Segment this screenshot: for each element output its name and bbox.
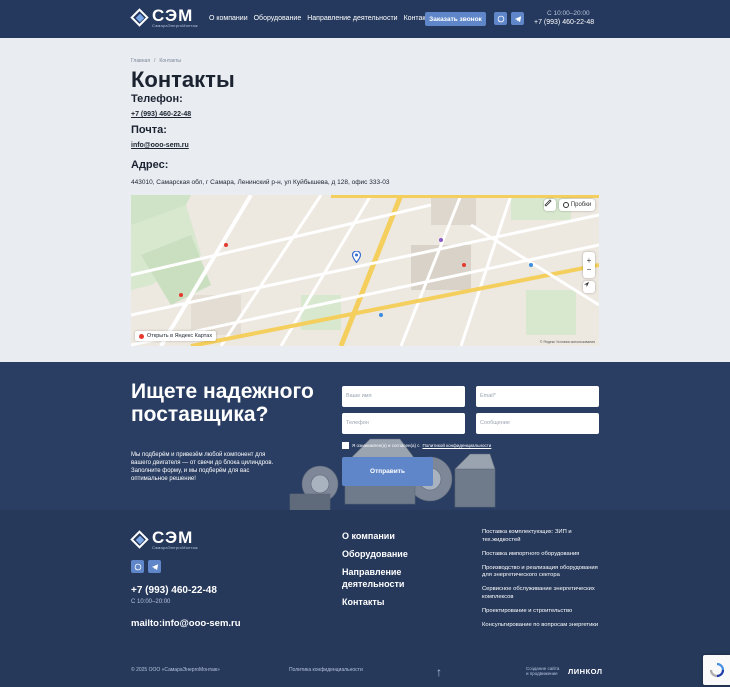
footer-services: Поставка комплектующих: ЗИП и тех.жидкос… <box>482 529 600 636</box>
yandex-pin-icon <box>139 333 144 339</box>
logo-name: СЭМ <box>152 6 194 25</box>
site-footer: СЭМ СамараЭнергоМонтаж +7 (993) 460-22-4… <box>0 510 730 687</box>
site-header: СЭМ СамараЭнергоМонтаж О компании Оборуд… <box>0 0 730 38</box>
footer-mail[interactable]: mailto:info@ooo-sem.ru <box>131 618 241 629</box>
nav-item-equipment[interactable]: Оборудование <box>254 15 302 22</box>
ruler-icon[interactable] <box>544 199 556 211</box>
mail-label: Почта: <box>131 124 167 136</box>
phone-label: Телефон: <box>131 93 183 105</box>
consent-row: Я ознакомлен(а) и согласен(а) с Политико… <box>342 442 491 449</box>
order-call-button[interactable]: Заказать звонок <box>425 12 486 26</box>
traffic-icon <box>562 202 569 208</box>
footer-logo[interactable]: СЭМ СамараЭнергоМонтаж <box>130 528 198 550</box>
privacy-policy-link[interactable]: Политикой конфиденциальности <box>422 443 491 448</box>
footer-service-item[interactable]: Консультирование по вопросам энергетики <box>482 622 600 630</box>
footer-nav-activity[interactable]: Направление деятельности <box>342 566 442 590</box>
mail-link[interactable]: info@ooo-sem.ru <box>131 142 189 149</box>
footer-logo-name: СЭМ <box>152 528 194 547</box>
consent-text: Я ознакомлен(а) и согласен(а) с <box>352 443 420 448</box>
scroll-up-icon[interactable]: ↑ <box>436 665 442 679</box>
breadcrumb-separator: / <box>154 58 156 64</box>
header-phone[interactable]: +7 (993) 460-22-48 <box>534 19 594 26</box>
map-canvas <box>131 195 599 346</box>
footer-service-item[interactable]: Сервисное обслуживание энергетических ко… <box>482 586 600 601</box>
zoom-control: + − <box>583 252 595 278</box>
footer-service-item[interactable]: Проектирование и строительство <box>482 608 600 616</box>
footer-service-item[interactable]: Поставка импортного оборудования <box>482 551 600 559</box>
address-text: 443010, Самарская обл, г Самара, Ленинск… <box>131 179 390 186</box>
logo[interactable]: СЭМ СамараЭнергоМонтаж <box>130 6 198 28</box>
request-description: Мы подберём и привезём любой компонент д… <box>131 452 274 482</box>
open-in-yandex-maps-label: Открыть в Яндекс Картах <box>147 333 213 339</box>
request-section: Ищете надежного поставщика? Мы подберём … <box>0 362 730 510</box>
footer-nav: О компании Оборудование Направление деят… <box>342 530 442 614</box>
traffic-label: Пробки <box>570 202 592 208</box>
made-by-text: Создание сайта и продвижение <box>526 666 559 676</box>
whatsapp-icon[interactable] <box>494 12 507 25</box>
address-label: Адрес: <box>131 159 169 171</box>
name-input[interactable]: Ваше имя <box>342 386 465 407</box>
footer-nav-about[interactable]: О компании <box>342 530 442 542</box>
open-in-yandex-maps-link[interactable]: Открыть в Яндекс Картах <box>135 331 217 341</box>
logo-mark-icon <box>130 8 149 27</box>
nav-item-activity[interactable]: Направление деятельности <box>307 15 397 22</box>
made-by-line-2: и продвижение <box>526 671 558 676</box>
breadcrumb-current: Контакты <box>159 58 182 64</box>
message-input[interactable]: Сообщение <box>476 413 599 434</box>
recaptcha-icon <box>709 662 724 678</box>
footer-logo-subtitle: СамараЭнергоМонтаж <box>152 545 198 550</box>
footer-service-item[interactable]: Поставка комплектующих: ЗИП и тех.жидкос… <box>482 529 600 544</box>
footer-service-item[interactable]: Производство и реализация оборудования д… <box>482 565 600 580</box>
studio-logo[interactable]: ЛИНКОЛ <box>568 667 603 676</box>
geolocation-icon[interactable] <box>583 281 595 293</box>
recaptcha-badge[interactable] <box>703 655 730 685</box>
footer-privacy-link[interactable]: Политика конфиденциальности <box>289 667 363 673</box>
footer-whatsapp-icon[interactable] <box>131 560 144 573</box>
phone-input[interactable]: Телефон <box>342 413 465 434</box>
submit-button[interactable]: Отправить <box>342 457 433 486</box>
zoom-in-icon[interactable]: + <box>587 256 592 265</box>
consent-checkbox[interactable] <box>342 442 349 449</box>
nav-item-about[interactable]: О компании <box>209 15 248 22</box>
map-copyright[interactable]: © Яндекс Условия использования <box>540 340 595 344</box>
request-title: Ищете надежного поставщика? <box>131 380 314 426</box>
footer-logo-mark-icon <box>130 530 149 549</box>
phone-link[interactable]: +7 (993) 460-22-48 <box>131 111 191 118</box>
page-title: Контакты <box>131 67 235 92</box>
email-input[interactable]: Email* <box>476 386 599 407</box>
main-nav: О компании Оборудование Направление деят… <box>209 15 434 22</box>
footer-copyright: © 2025 ООО «СамараЭнергоМонтаж» <box>131 667 220 673</box>
yandex-map[interactable]: Пробки + − Открыть в Яндекс Картах © Янд… <box>131 195 599 346</box>
footer-nav-contacts[interactable]: Контакты <box>342 596 442 608</box>
footer-hours: С 10:00–20:00 <box>131 599 171 605</box>
breadcrumb-home[interactable]: Главная <box>131 58 150 64</box>
header-hours: С 10:00–20:00 <box>547 10 590 17</box>
traffic-button[interactable]: Пробки <box>559 199 595 211</box>
breadcrumb: Главная / Контакты <box>131 58 181 64</box>
footer-nav-equipment[interactable]: Оборудование <box>342 548 442 560</box>
zoom-out-icon[interactable]: − <box>587 265 592 274</box>
footer-telegram-icon[interactable] <box>148 560 161 573</box>
telegram-icon[interactable] <box>511 12 524 25</box>
logo-subtitle: СамараЭнергоМонтаж <box>152 23 198 28</box>
footer-phone[interactable]: +7 (993) 460-22-48 <box>131 585 217 596</box>
